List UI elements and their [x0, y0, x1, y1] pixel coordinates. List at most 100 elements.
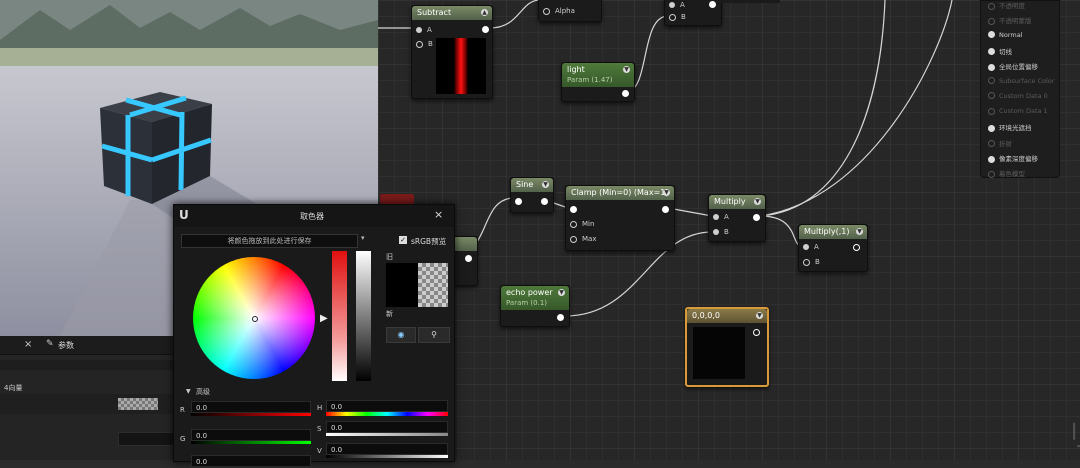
- multiply-constant-output-pin[interactable]: [853, 244, 860, 251]
- clamp-node[interactable]: Clamp (Min=0) (Max=1) ▼ Min Max: [565, 185, 675, 251]
- clamp-input-pin[interactable]: [570, 206, 577, 213]
- output-pin-label: Subsurface Color: [999, 76, 1055, 85]
- constant-color-preview: [693, 327, 745, 379]
- multiply-node[interactable]: Multiply ▼ A B: [708, 194, 766, 242]
- value-slider[interactable]: [356, 251, 371, 381]
- srgb-checkbox[interactable]: ✓: [399, 236, 407, 244]
- close-icon[interactable]: ×: [24, 339, 32, 350]
- top-multiply-node[interactable]: A B: [664, 0, 722, 26]
- partial-node-output-pin[interactable]: [465, 255, 472, 262]
- echo-power-param-node[interactable]: echo power Param (0.1) ▼: [500, 285, 570, 327]
- pin-dot-icon: [988, 140, 995, 148]
- output-pin-item[interactable]: 像素深度偏移: [988, 153, 1038, 163]
- g-channel-label: G: [180, 435, 186, 443]
- multiply-pin-b[interactable]: B: [713, 228, 729, 236]
- output-pin-label: 切线: [999, 47, 1012, 56]
- light-param-node[interactable]: light Param (1.47) ▼: [561, 62, 635, 102]
- clamp-pin-min[interactable]: Min: [570, 220, 594, 228]
- color-swatch-checker[interactable]: [118, 398, 158, 410]
- multiply-constant-pin-b[interactable]: B: [803, 258, 820, 266]
- sine-node[interactable]: Sine ▼: [510, 177, 554, 213]
- output-pin-item[interactable]: 全局位置偏移: [988, 61, 1038, 71]
- output-pin-item[interactable]: 不透明蒙版: [988, 15, 1032, 25]
- output-pin-item[interactable]: Normal: [988, 31, 1023, 39]
- sine-input-pin[interactable]: [515, 198, 522, 205]
- h-channel-label: H: [317, 404, 323, 412]
- light-output-pin[interactable]: [622, 90, 629, 97]
- output-pin-item[interactable]: 折射: [988, 138, 1012, 148]
- multiply-pin-a[interactable]: A: [713, 213, 729, 221]
- s-channel-gradient[interactable]: [326, 433, 448, 436]
- param-value-bar[interactable]: [118, 432, 178, 446]
- output-pin-label: 像素深度偏移: [999, 155, 1038, 163]
- echo-power-output-pin[interactable]: [557, 314, 564, 321]
- tab-params[interactable]: 参数: [58, 340, 74, 351]
- g-channel-gradient[interactable]: [191, 441, 311, 444]
- constant-color-node-title: 0,0,0,0: [687, 309, 767, 323]
- r-channel-field[interactable]: 0.0: [191, 401, 311, 413]
- color-picker-titlebar[interactable]: U 取色器 ×: [174, 205, 454, 227]
- chevron-down-icon[interactable]: ▾: [361, 234, 365, 242]
- clamp-output-pin[interactable]: [662, 206, 669, 213]
- s-channel-field[interactable]: 0.0: [326, 421, 448, 433]
- b-channel-field[interactable]: 0.0: [191, 455, 311, 467]
- output-pin-item[interactable]: Custom Data 1: [988, 107, 1048, 115]
- chevron-down-icon[interactable]: ▼: [558, 289, 565, 296]
- v-channel-field[interactable]: 0.0: [326, 443, 448, 455]
- output-pin-item[interactable]: 不透明度: [988, 0, 1025, 10]
- output-pin-label: 环境光遮挡: [999, 124, 1032, 133]
- color-wheel-cursor[interactable]: [252, 316, 258, 322]
- top-node-pin-a[interactable]: A: [669, 1, 685, 9]
- multiply-output-pin[interactable]: [753, 214, 760, 221]
- output-pin-item[interactable]: 环境光遮挡: [988, 122, 1032, 132]
- pin-dot-icon: [988, 17, 995, 25]
- mouse-cursor-icon: ▶: [320, 313, 328, 324]
- output-pin-item[interactable]: Subsurface Color: [988, 77, 1054, 85]
- output-pin-label: 不透明度: [999, 2, 1025, 10]
- alpha-pin[interactable]: Alpha: [543, 7, 575, 15]
- h-channel-gradient[interactable]: [326, 412, 448, 416]
- subtract-pin-b[interactable]: B: [416, 40, 433, 48]
- color-picker-dialog[interactable]: U 取色器 × 将颜色拖放到此处进行保存 ▾ ✓ sRGB预览 ▶ 旧 新 ◉ …: [173, 204, 455, 467]
- h-channel-field[interactable]: 0.0: [326, 400, 448, 412]
- constant-color-node[interactable]: 0,0,0,0 ▼: [685, 307, 769, 387]
- chevron-down-icon[interactable]: ▼: [754, 198, 761, 205]
- chevron-down-icon[interactable]: ▼: [623, 66, 630, 73]
- constant-color-output-pin[interactable]: [753, 329, 760, 336]
- chevron-down-icon[interactable]: ▼: [756, 312, 763, 319]
- chevron-down-icon[interactable]: ▼: [542, 181, 549, 188]
- pin-dot-icon: [988, 124, 995, 132]
- chevron-up-icon[interactable]: ▲: [481, 9, 488, 16]
- color-drop-area[interactable]: 将颜色拖放到此处进行保存: [181, 234, 358, 248]
- subtract-output-pin[interactable]: [482, 26, 489, 33]
- subtract-node[interactable]: Subtract ▲ A B: [411, 5, 493, 99]
- output-pin-label: 着色模型: [999, 170, 1025, 179]
- chevron-down-icon[interactable]: ▼: [856, 228, 863, 235]
- output-pin-item[interactable]: Custom Data 0: [988, 92, 1048, 100]
- pin-dot-icon: [988, 77, 995, 84]
- output-pin-label: 全局位置偏移: [999, 63, 1038, 72]
- g-channel-field[interactable]: 0.0: [191, 429, 311, 441]
- chevron-down-icon[interactable]: ▼: [663, 189, 670, 196]
- top-node-output-pin[interactable]: [709, 1, 716, 8]
- output-pin-label: Custom Data 0: [999, 91, 1048, 100]
- advanced-expander[interactable]: ▼: [186, 388, 191, 395]
- output-pin-item[interactable]: 切线: [988, 46, 1012, 56]
- top-node-pin-b[interactable]: B: [669, 13, 686, 21]
- saturation-slider[interactable]: [332, 251, 347, 381]
- output-pin-item[interactable]: 着色模型: [988, 168, 1025, 178]
- sine-output-pin[interactable]: [541, 198, 548, 205]
- subtract-pin-a[interactable]: A: [416, 26, 432, 34]
- color-wheel-toggle-button[interactable]: ◉: [386, 327, 416, 343]
- multiply-constant-pin-a[interactable]: A: [803, 243, 819, 251]
- partial-node[interactable]: [452, 236, 478, 286]
- clamp-node-title: Clamp (Min=0) (Max=1): [566, 186, 674, 200]
- alpha-node[interactable]: Alpha: [538, 0, 602, 22]
- close-icon[interactable]: ×: [434, 208, 443, 221]
- subtract-preview: [436, 38, 486, 94]
- multiply-constant-node[interactable]: Multiply(,1) ▼ A B: [798, 224, 868, 272]
- clamp-pin-max[interactable]: Max: [570, 235, 596, 243]
- v-channel-gradient[interactable]: [326, 455, 448, 458]
- r-channel-gradient[interactable]: [191, 413, 311, 416]
- eyedropper-button[interactable]: ⚲: [418, 327, 450, 343]
